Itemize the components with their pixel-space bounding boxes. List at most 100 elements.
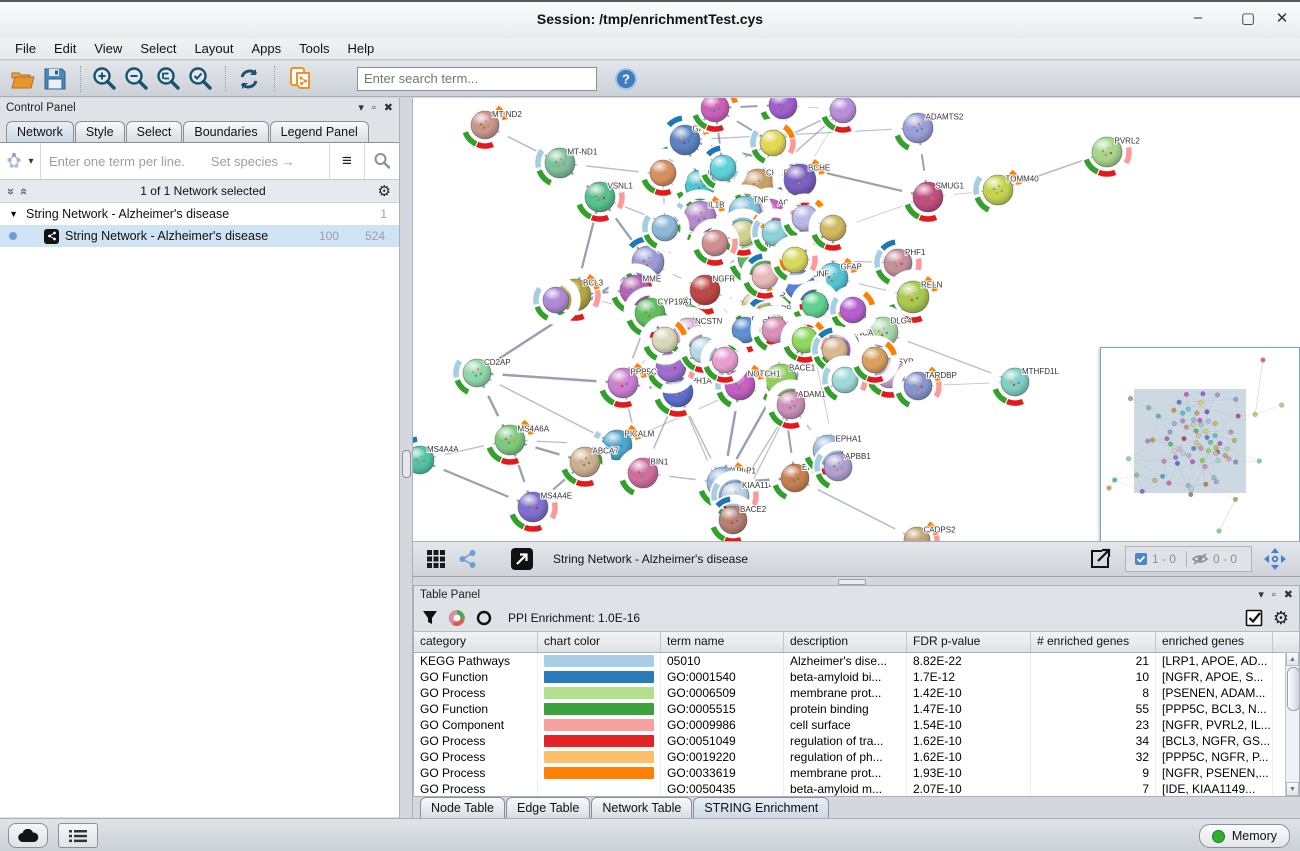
minimize-button[interactable]: – [1186, 9, 1210, 26]
table-scrollbar[interactable]: ▲ ▼ [1285, 652, 1299, 796]
protein-node[interactable] [641, 204, 689, 252]
panel-collapse-icon[interactable]: ▾ [1258, 590, 1264, 601]
protein-node[interactable] [701, 336, 749, 384]
string-protein-query-dropdown[interactable]: ▾ [0, 143, 41, 179]
table-row[interactable]: GO ProcessGO:0019220regulation of ph...1… [414, 749, 1299, 765]
panel-split-divider[interactable] [400, 98, 413, 818]
protein-node[interactable] [819, 98, 867, 134]
protein-node[interactable] [641, 316, 689, 364]
tab-legend-panel[interactable]: Legend Panel [270, 121, 369, 142]
expand-all-icon[interactable]: « [18, 187, 31, 194]
column-header-term-name[interactable]: term name [661, 632, 784, 652]
menu-view[interactable]: View [85, 38, 131, 60]
tab-string-enrichment[interactable]: STRING Enrichment [693, 797, 829, 818]
protein-node-ms4a4e[interactable]: MS4A4E [507, 481, 572, 533]
search-input[interactable] [357, 67, 597, 91]
table-settings-gear-icon[interactable]: ⚙ [1273, 609, 1289, 627]
network-row[interactable]: String Network - Alzheimer's disease 100… [0, 225, 399, 247]
table-row[interactable]: GO ComponentGO:0009986cell surface1.54E-… [414, 717, 1299, 733]
zoom-out-icon[interactable] [121, 65, 151, 93]
protein-node[interactable] [532, 276, 580, 324]
horizontal-split-divider[interactable] [413, 577, 1300, 585]
table-row[interactable]: GO FunctionGO:0001540beta-amyloid bi...1… [414, 669, 1299, 685]
column-header-enriched-genes[interactable]: enriched genes [1156, 632, 1273, 652]
table-row[interactable]: GO ProcessGO:0051049regulation of tra...… [414, 733, 1299, 749]
panel-float-icon[interactable]: ▫ [1272, 590, 1276, 601]
protein-node-ms4a6a[interactable]: MS4A6A [484, 414, 550, 466]
protein-node-mt-nd2[interactable]: MT-ND2 [460, 100, 522, 150]
protein-node-vsnl1[interactable]: VSNL1 [574, 171, 633, 223]
panel-close-icon[interactable]: ✖ [1284, 590, 1293, 601]
menu-select[interactable]: Select [131, 38, 185, 60]
protein-node[interactable] [809, 204, 857, 252]
menu-tools[interactable]: Tools [290, 38, 338, 60]
network-collection-row[interactable]: ▼ String Network - Alzheimer's disease 1 [0, 203, 399, 225]
zoom-fit-icon[interactable] [153, 65, 183, 93]
menu-edit[interactable]: Edit [45, 38, 85, 60]
column-header--enriched-genes[interactable]: # enriched genes [1031, 632, 1156, 652]
save-session-icon[interactable] [40, 65, 70, 93]
species-hint[interactable]: Set species → [211, 154, 329, 169]
protein-node-tomm40[interactable]: TOMM40 [972, 164, 1039, 216]
protein-node[interactable] [771, 236, 819, 284]
protein-node-adamts2[interactable]: ADAMTS2 [892, 102, 964, 154]
query-input[interactable]: Enter one term per line. [41, 154, 185, 169]
menu-file[interactable]: File [6, 38, 45, 60]
query-search-button[interactable] [364, 143, 399, 179]
reset-charts-icon[interactable] [476, 610, 492, 626]
column-header-FDR-p-value[interactable]: FDR p-value [907, 632, 1031, 652]
select-columns-icon[interactable] [1245, 609, 1263, 627]
protein-node-cadps2[interactable]: CADPS2 [893, 516, 956, 541]
tab-boundaries[interactable]: Boundaries [183, 121, 268, 142]
open-in-browser-icon[interactable] [507, 545, 537, 573]
network-canvas[interactable]: MT-ND2MT-ND1VSNL1GAB2IRS1CHATBCHEACHETNF… [413, 98, 1300, 541]
help-icon[interactable]: ? [611, 65, 641, 93]
protein-node[interactable] [749, 119, 797, 167]
export-network-icon[interactable] [1085, 545, 1115, 573]
cloud-button[interactable] [8, 823, 48, 848]
share-network-icon[interactable] [453, 545, 483, 573]
memory-button[interactable]: Memory [1199, 824, 1290, 848]
menu-apps[interactable]: Apps [243, 38, 291, 60]
scroll-down-icon[interactable]: ▼ [1286, 782, 1299, 796]
menu-help[interactable]: Help [339, 38, 384, 60]
protein-node-pvrl2[interactable]: PVRL2 [1081, 126, 1140, 178]
column-header-category[interactable]: category [414, 632, 538, 652]
close-button[interactable]: ✕ [1270, 9, 1294, 27]
refresh-icon[interactable] [234, 65, 264, 93]
tab-select[interactable]: Select [126, 121, 183, 142]
task-list-button[interactable] [58, 823, 98, 848]
column-header-description[interactable]: description [784, 632, 907, 652]
panel-float-icon[interactable]: ▫ [372, 103, 376, 114]
birds-eye-view[interactable] [1100, 347, 1300, 541]
protein-node[interactable] [699, 144, 747, 192]
tab-node-table[interactable]: Node Table [420, 797, 505, 818]
table-row[interactable]: GO ProcessGO:0006509membrane prot...1.42… [414, 685, 1299, 701]
table-row[interactable]: GO ProcessGO:0050435beta-amyloid m...2.0… [414, 781, 1299, 796]
table-row[interactable]: GO FunctionGO:0005515protein binding1.47… [414, 701, 1299, 717]
protein-node[interactable] [691, 219, 739, 267]
column-header-chart-color[interactable]: chart color [538, 632, 661, 652]
table-row[interactable]: GO ProcessGO:0033619membrane prot...1.93… [414, 765, 1299, 781]
filter-icon[interactable] [422, 610, 438, 626]
protein-node-smug1[interactable]: SMUG1 [902, 171, 965, 223]
open-session-icon[interactable] [8, 65, 38, 93]
birds-eye-toggle-icon[interactable] [1260, 545, 1290, 573]
table-row[interactable]: KEGG Pathways05010Alzheimer's dise...8.8… [414, 653, 1299, 669]
zoom-selected-icon[interactable] [185, 65, 215, 93]
protein-node-ms4a4a[interactable]: MS4A4A [413, 435, 459, 485]
divider-grip[interactable] [402, 450, 411, 478]
network-from-clipboard-icon[interactable] [283, 65, 319, 93]
tab-network[interactable]: Network [6, 121, 74, 142]
maximize-button[interactable]: ▢ [1236, 9, 1260, 27]
scrollbar-thumb[interactable] [1287, 667, 1299, 711]
tab-network-table[interactable]: Network Table [591, 797, 692, 818]
panel-collapse-icon[interactable]: ▾ [358, 103, 364, 114]
protein-node[interactable] [639, 149, 687, 197]
tab-style[interactable]: Style [75, 121, 125, 142]
protein-node-mthfd1l[interactable]: MTHFD1L [990, 357, 1059, 407]
query-options-button[interactable]: ≡ [329, 143, 364, 179]
tab-edge-table[interactable]: Edge Table [506, 797, 590, 818]
protein-node-bin1[interactable]: BIN1 [617, 447, 669, 499]
panel-close-icon[interactable]: ✖ [384, 103, 393, 114]
